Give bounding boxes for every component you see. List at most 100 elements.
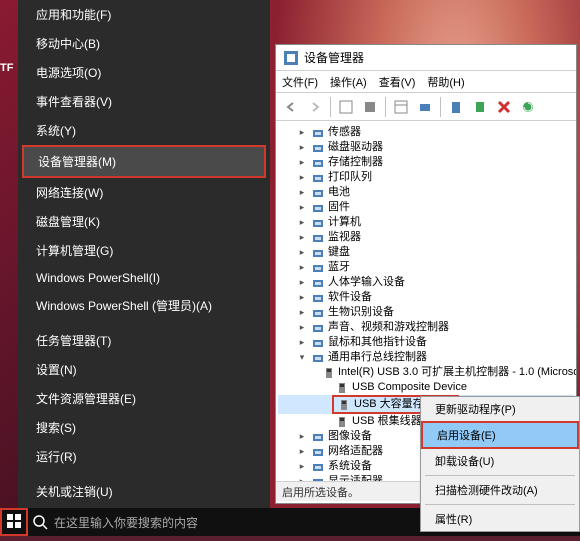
tree-node[interactable]: ▸鼠标和其他指针设备 — [278, 335, 574, 350]
tree-node[interactable]: ▾通用串行总线控制器 — [278, 350, 574, 365]
winx-compmgmt[interactable]: 计算机管理(G) — [18, 236, 270, 265]
device-icon — [311, 156, 325, 170]
device-icon — [311, 306, 325, 320]
tree-node[interactable]: ▸ 传感器 — [278, 125, 574, 140]
menu-help[interactable]: 帮助(H) — [427, 74, 464, 90]
tree-node[interactable]: ▸ 存储控制器 — [278, 155, 574, 170]
menu-view[interactable]: 查看(V) — [379, 74, 416, 90]
expand-icon[interactable]: ▸ — [296, 170, 308, 185]
tree-node[interactable]: ▸声音、视频和游戏控制器 — [278, 320, 574, 335]
expand-icon[interactable]: ▸ — [296, 230, 308, 245]
expand-icon[interactable]: ▸ — [296, 200, 308, 215]
tree-node[interactable]: ▸键盘 — [278, 245, 574, 260]
winx-system[interactable]: 系统(Y) — [18, 116, 270, 145]
toolbar-button[interactable] — [361, 98, 379, 116]
tree-node[interactable]: ▸ 生物识别设备 — [278, 305, 574, 320]
menu-file[interactable]: 文件(F) — [282, 74, 318, 90]
winx-eventviewer[interactable]: 事件查看器(V) — [18, 87, 270, 116]
uninstall-button[interactable] — [495, 98, 513, 116]
usb-icon — [335, 381, 349, 395]
expand-icon[interactable]: ▸ — [296, 260, 308, 275]
device-icon — [311, 141, 325, 155]
winx-mobility[interactable]: 移动中心(B) — [18, 29, 270, 58]
expand-icon[interactable]: ▸ — [296, 290, 308, 305]
expand-icon[interactable]: ▸ — [296, 125, 308, 140]
winx-shutdown[interactable]: 关机或注销(U) — [18, 477, 270, 506]
winx-diskmgmt[interactable]: 磁盘管理(K) — [18, 207, 270, 236]
winx-settings[interactable]: 设置(N) — [18, 355, 270, 384]
enable-button[interactable] — [471, 98, 489, 116]
device-icon — [311, 351, 325, 365]
start-button-highlighted — [0, 508, 28, 536]
expand-icon[interactable]: ▸ — [296, 275, 308, 290]
toolbar-button[interactable] — [392, 98, 410, 116]
forward-button[interactable] — [306, 98, 324, 116]
device-icon — [311, 246, 325, 260]
tree-node[interactable]: ▸蓝牙 — [278, 260, 574, 275]
tree-node[interactable]: ▸人体学输入设备 — [278, 275, 574, 290]
tree-label: 打印队列 — [328, 170, 372, 185]
ctx-properties[interactable]: 属性(R) — [421, 507, 579, 531]
start-button[interactable] — [7, 514, 21, 531]
usb-icon — [337, 398, 351, 412]
expand-icon[interactable]: ▸ — [296, 305, 308, 320]
expand-icon[interactable]: ▸ — [296, 155, 308, 170]
winx-device-manager-highlighted: 设备管理器(M) — [22, 145, 266, 178]
ctx-update-driver[interactable]: 更新驱动程序(P) — [421, 397, 579, 421]
device-icon — [311, 231, 325, 245]
back-button[interactable] — [282, 98, 300, 116]
ctx-enable-device[interactable]: 启用设备(E) — [423, 423, 577, 447]
ctx-separator — [425, 475, 575, 476]
search-box[interactable]: 在这里输入你要搜索的内容 — [32, 514, 198, 531]
expand-icon[interactable]: ▸ — [296, 320, 308, 335]
winx-explorer[interactable]: 文件资源管理器(E) — [18, 384, 270, 413]
winx-device-manager[interactable]: 设备管理器(M) — [24, 147, 264, 176]
tree-child[interactable]: Intel(R) USB 3.0 可扩展主机控制器 - 1.0 (Microso… — [278, 365, 574, 380]
tree-node[interactable]: ▸固件 — [278, 200, 574, 215]
expand-icon[interactable]: ▸ — [296, 444, 308, 459]
expand-icon[interactable]: ▸ — [296, 459, 308, 474]
expand-icon[interactable]: ▸ — [296, 215, 308, 230]
winx-taskmgr[interactable]: 任务管理器(T) — [18, 326, 270, 355]
tree-label: USB Composite Device — [352, 380, 467, 395]
tree-node[interactable]: ▸ 电池 — [278, 185, 574, 200]
winx-powershell-admin[interactable]: Windows PowerShell (管理员)(A) — [18, 291, 270, 320]
menu-action[interactable]: 操作(A) — [330, 74, 367, 90]
expand-icon[interactable]: ▸ — [296, 335, 308, 350]
tree-label: 生物识别设备 — [328, 305, 394, 320]
tree-node[interactable]: ▸计算机 — [278, 215, 574, 230]
ctx-scan[interactable]: 扫描检测硬件改动(A) — [421, 478, 579, 502]
tree-node[interactable]: ▸ 监视器 — [278, 230, 574, 245]
tree-label: 监视器 — [328, 230, 361, 245]
expand-icon[interactable]: ▸ — [296, 245, 308, 260]
tree-node[interactable]: ▸软件设备 — [278, 290, 574, 305]
expand-icon[interactable]: ▸ — [296, 429, 308, 444]
winx-network[interactable]: 网络连接(W) — [18, 178, 270, 207]
toolbar-button[interactable] — [337, 98, 355, 116]
tree-node[interactable]: ▸磁盘驱动器 — [278, 140, 574, 155]
toolbar — [276, 93, 576, 121]
ctx-uninstall[interactable]: 卸载设备(U) — [421, 449, 579, 473]
window-titlebar[interactable]: 设备管理器 — [276, 45, 576, 71]
refresh-button[interactable] — [519, 98, 537, 116]
tree-label: 电池 — [328, 185, 350, 200]
device-icon — [311, 186, 325, 200]
winx-search[interactable]: 搜索(S) — [18, 413, 270, 442]
tree-child[interactable]: USB Composite Device — [278, 380, 574, 395]
windows-icon — [7, 514, 21, 528]
winx-apps[interactable]: 应用和功能(F) — [18, 0, 270, 29]
tree-label: 存储控制器 — [328, 155, 383, 170]
winx-run[interactable]: 运行(R) — [18, 442, 270, 471]
expand-icon[interactable]: ▸ — [296, 185, 308, 200]
expand-icon[interactable]: ▸ — [296, 140, 308, 155]
expand-icon[interactable]: ▾ — [296, 350, 308, 365]
tree-label: 传感器 — [328, 125, 361, 140]
scan-button[interactable] — [416, 98, 434, 116]
device-icon — [311, 171, 325, 185]
tree-label: 系统设备 — [328, 459, 372, 474]
tree-node[interactable]: ▸ 打印队列 — [278, 170, 574, 185]
winx-menu: 应用和功能(F) 移动中心(B) 电源选项(O) 事件查看器(V) 系统(Y) … — [18, 0, 270, 508]
winx-powershell[interactable]: Windows PowerShell(I) — [18, 265, 270, 291]
toolbar-button[interactable] — [447, 98, 465, 116]
winx-power[interactable]: 电源选项(O) — [18, 58, 270, 87]
